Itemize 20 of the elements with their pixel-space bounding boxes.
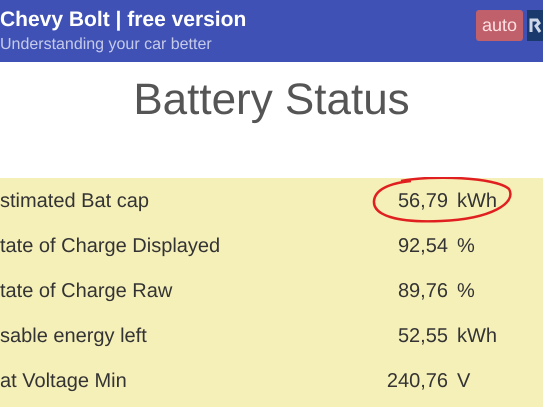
row-label: tate of Charge Displayed [0, 234, 222, 258]
logo-badge[interactable]: auto [476, 10, 523, 41]
row-label: at Voltage Min [0, 368, 128, 394]
row-unit: kWh [457, 324, 497, 348]
row-unit: kWh [457, 188, 497, 214]
page-title: Battery Status [133, 78, 410, 122]
row-value: 240,76 [386, 368, 448, 394]
row-value: 89,76 [396, 278, 448, 304]
row-value: 92,54 [396, 234, 448, 258]
app-title: Chevy Bolt | free version [0, 7, 246, 33]
app-subtitle: Understanding your car better [0, 35, 213, 55]
row-unit: V [457, 368, 470, 394]
logo-icon [527, 10, 543, 41]
row-label: tate of Charge Raw [0, 278, 174, 304]
row-label: sable energy left [0, 324, 148, 348]
row-unit: % [457, 278, 475, 304]
row-value: 56,79 [396, 188, 448, 214]
row-label: stimated Bat cap [0, 188, 150, 214]
row-unit: % [457, 234, 475, 258]
row-value: 52,55 [396, 324, 448, 348]
